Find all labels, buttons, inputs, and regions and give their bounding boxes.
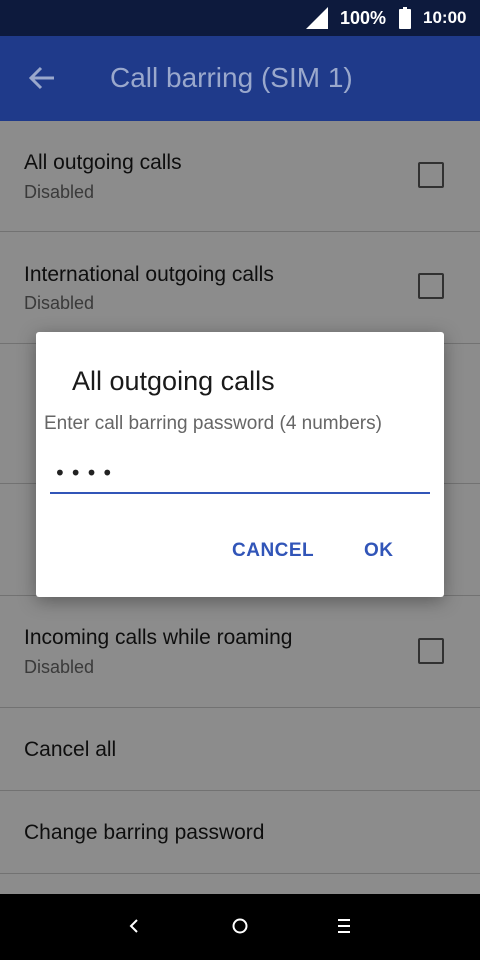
dialog-message: Enter call barring password (4 numbers) bbox=[44, 413, 382, 434]
password-input[interactable] bbox=[50, 454, 430, 494]
menu-nav-icon[interactable] bbox=[335, 914, 353, 938]
app-bar: Call barring (SIM 1) bbox=[0, 36, 480, 121]
ok-button[interactable]: OK bbox=[364, 540, 394, 562]
battery-percentage: 100% bbox=[340, 8, 387, 28]
dialog-title: All outgoing calls bbox=[72, 366, 275, 396]
page-title: Call barring (SIM 1) bbox=[110, 62, 353, 93]
password-dialog: All outgoing calls Enter call barring pa… bbox=[36, 332, 444, 597]
signal-icon bbox=[306, 7, 328, 29]
cancel-button[interactable]: CANCEL bbox=[232, 540, 314, 562]
battery-icon bbox=[399, 7, 411, 29]
home-nav-icon[interactable] bbox=[229, 914, 251, 938]
back-nav-icon[interactable] bbox=[126, 914, 142, 938]
clock: 10:00 bbox=[423, 8, 467, 27]
back-arrow-icon[interactable] bbox=[26, 62, 58, 94]
navigation-bar bbox=[0, 894, 480, 960]
status-bar: 100% 10:00 bbox=[0, 0, 480, 36]
